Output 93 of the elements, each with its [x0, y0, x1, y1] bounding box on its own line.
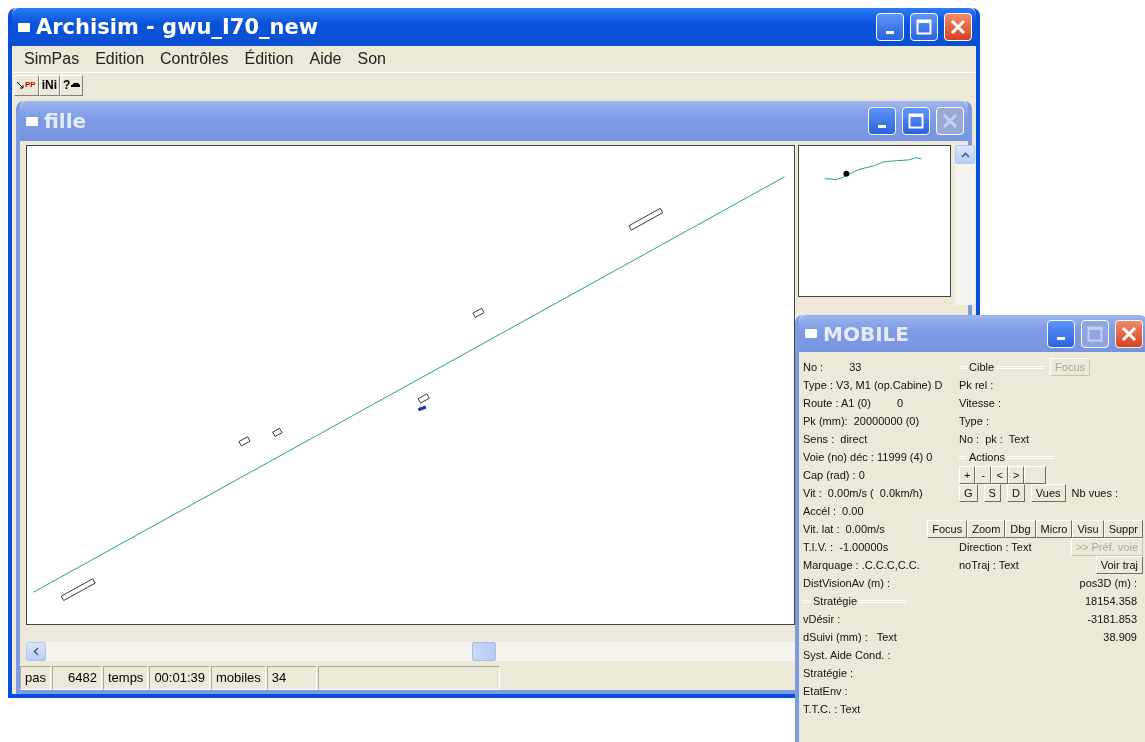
field-label: Type : V3, M1 (op.Cabine) D: [803, 379, 943, 391]
status-cell: pas: [20, 666, 51, 690]
dialog-button[interactable]: G: [959, 484, 978, 502]
menu-item[interactable]: Aide: [301, 50, 350, 68]
field-label: T.T.C. : Text: [803, 703, 861, 715]
field-label: Vit : 0.00m/s ( 0.0km/h): [803, 487, 923, 499]
close-icon: [1121, 325, 1137, 342]
dialog-button[interactable]: Dbg: [1005, 520, 1036, 538]
maximize-button[interactable]: [902, 107, 930, 135]
status-cell: temps: [102, 666, 149, 690]
dialog-button[interactable]: S: [983, 484, 1001, 502]
status-cell: 34: [266, 666, 317, 690]
field-label: Syst. Aide Cond. :: [803, 649, 891, 661]
menu-item[interactable]: SimPas: [16, 50, 88, 68]
maximize-button[interactable]: [910, 13, 938, 41]
minimize-icon: [878, 124, 886, 128]
status-cell: 00:01:39: [149, 666, 210, 690]
dialog-button[interactable]: Zoom: [967, 520, 1006, 538]
field-label: vDésir :: [803, 613, 841, 625]
car-icon: [71, 82, 81, 88]
field-label: T.I.V. : -1.00000s: [803, 541, 889, 553]
field-label: dSuivi (mm) : Text: [803, 631, 897, 643]
minimize-icon: [886, 30, 894, 34]
scroll-thumb[interactable]: [472, 642, 496, 661]
status-cell: 6482: [51, 666, 102, 690]
minimize-button[interactable]: [876, 13, 904, 41]
field-label: pk : Text: [985, 433, 1029, 445]
dialog-button[interactable]: Suppr: [1103, 520, 1143, 538]
window-icon: [805, 329, 817, 338]
field-label: Accél : 0.00: [803, 505, 864, 517]
coordinate-value: 18154.358: [1085, 595, 1138, 607]
arrow-icon: [17, 81, 24, 89]
coordinate-value: 38.909: [1103, 631, 1138, 643]
toolbar-button[interactable]: iNi: [38, 74, 60, 96]
menu-item[interactable]: Son: [349, 50, 394, 68]
field-label: Vitesse :: [959, 397, 1001, 409]
dialog-button[interactable]: +: [959, 466, 976, 484]
dialog-button[interactable]: Visu: [1072, 520, 1104, 538]
field-label: Nb vues :: [1071, 487, 1118, 499]
dialog-button[interactable]: Micro: [1035, 520, 1073, 538]
vertical-scrollbar[interactable]: [955, 145, 975, 305]
field-label: 0: [896, 397, 903, 409]
menu-item[interactable]: Edition: [87, 50, 153, 68]
dialog-button[interactable]: Focus: [927, 520, 968, 538]
field-label: Direction : Text: [959, 541, 1032, 553]
field-label: Pk (mm): 20000000 (0): [803, 415, 920, 427]
field-label: Pk rel :: [959, 379, 994, 391]
toolbar-button[interactable]: PP: [14, 74, 39, 96]
field-label: DistVisionAv (m) :: [803, 577, 890, 589]
field-label: 33: [849, 361, 862, 373]
close-icon: [950, 19, 966, 35]
field-label: Type :: [959, 415, 989, 427]
minimize-button[interactable]: [868, 107, 896, 135]
window-icon: [26, 116, 38, 126]
window-title: Archisim - gwu_I70_new: [36, 15, 320, 39]
group-label: Cible: [959, 361, 1045, 373]
dialog-button[interactable]: <: [991, 466, 1008, 484]
coordinate-value: pos3D (m) :: [1079, 577, 1138, 589]
field-label: noTraj : Text: [959, 559, 1019, 571]
toolbar-button[interactable]: ?: [60, 74, 84, 96]
window-title: MOBILE: [823, 321, 910, 346]
group-label: Actions: [959, 451, 1056, 463]
minimize-icon: [1057, 337, 1065, 340]
window-title: fille: [44, 109, 88, 133]
menu-item[interactable]: Contrôles: [152, 50, 237, 68]
field-label: EtatEnv :: [803, 685, 848, 697]
maximize-icon: [1087, 325, 1103, 342]
group-label: Stratégie: [803, 595, 908, 607]
horizontal-scrollbar[interactable]: [26, 642, 796, 661]
status-cell: mobiles: [211, 666, 266, 690]
maximize-icon: [916, 19, 932, 35]
maximize-icon: [908, 113, 924, 129]
coordinate-value: -3181.853: [1087, 613, 1138, 625]
field-label: Vit. lat : 0.00m/s: [803, 523, 885, 535]
dialog-button[interactable]: Vues: [1030, 484, 1066, 502]
dialog-button[interactable]: [1024, 466, 1047, 484]
window-icon: [18, 22, 30, 32]
minimize-button[interactable]: [1047, 319, 1075, 348]
field-label: No :: [959, 433, 980, 445]
dialog-button[interactable]: -: [975, 466, 992, 484]
close-button[interactable]: [944, 13, 972, 41]
field-label: Stratégie :: [803, 667, 854, 679]
field-label: Sens : direct: [803, 433, 868, 445]
field-label: Marquage : .C.C.C,C.C.: [803, 559, 920, 571]
field-label: Route : A1 (0): [803, 397, 871, 409]
field-label: No :: [803, 361, 824, 373]
field-label: Cap (rad) : 0: [803, 469, 865, 481]
dialog-button[interactable]: D: [1006, 484, 1025, 502]
close-icon: [942, 113, 958, 129]
close-button[interactable]: [1115, 319, 1143, 348]
menu-item[interactable]: Édition: [236, 50, 302, 68]
field-label: Voie (no) déc : 11999 (4) 0: [803, 451, 933, 463]
dialog-button[interactable]: Voir traj: [1095, 556, 1143, 574]
